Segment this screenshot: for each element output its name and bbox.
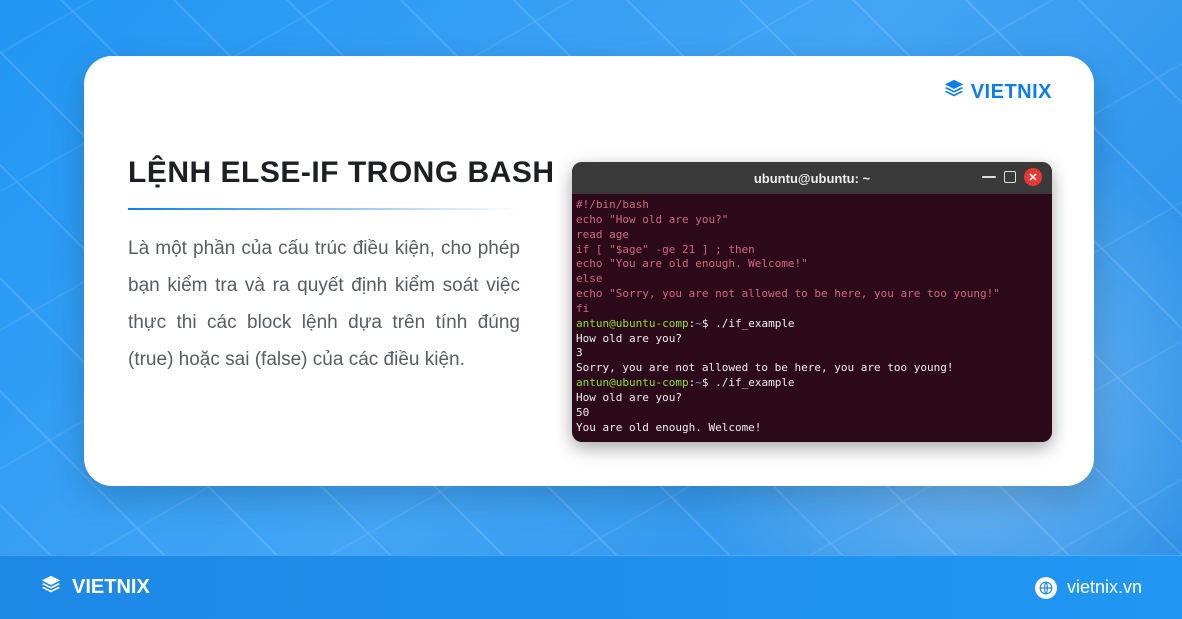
slide-root: VIETNIX LỆNH ELSE-IF TRONG BASH Là một p… [0,0,1182,619]
footer-url: vietnix.vn [1035,577,1142,599]
terminal-line: 3 [576,346,1048,361]
brand-logo-top: VIETNIX [943,78,1052,106]
footer-bar: VIETNIX vietnix.vn [0,555,1182,619]
terminal-line: How old are you? [576,391,1048,406]
terminal-line: How old are you? [576,332,1048,347]
brand-name-top: VIETNIX [971,81,1052,104]
terminal-window-controls: ✕ [982,168,1042,186]
terminal-title: ubuntu@ubuntu: ~ [754,171,870,186]
terminal-line: read age [576,228,1048,243]
card-description: Là một phần của cấu trúc điều kiện, cho … [128,230,520,378]
close-icon[interactable]: ✕ [1024,168,1042,186]
terminal-line: #!/bin/bash [576,198,1048,213]
layers-icon [40,574,62,602]
maximize-icon[interactable] [1004,171,1016,183]
terminal-line: Sorry, you are not allowed to be here, y… [576,361,1048,376]
terminal-line: antun@ubuntu-comp:~$ ./if_example [576,376,1048,391]
brand-logo-footer: VIETNIX [40,574,150,602]
brand-url: vietnix.vn [1067,577,1142,598]
terminal-line: echo "How old are you?" [576,213,1048,228]
title-divider [128,208,520,210]
terminal-line: else [576,272,1048,287]
terminal-line: if [ "$age" -ge 21 ] ; then [576,243,1048,258]
terminal-titlebar: ubuntu@ubuntu: ~ ✕ [572,162,1052,194]
terminal-line: echo "You are old enough. Welcome!" [576,257,1048,272]
terminal-window: ubuntu@ubuntu: ~ ✕ #!/bin/bashecho "How … [572,162,1052,442]
terminal-line: You are old enough. Welcome! [576,421,1048,436]
terminal-line: antun@ubuntu-comp:~$ ./if_example [576,317,1048,332]
minimize-icon[interactable] [982,176,996,178]
terminal-line: echo "Sorry, you are not allowed to be h… [576,287,1048,302]
layers-icon [943,78,965,106]
terminal-line: fi [576,302,1048,317]
globe-icon [1035,577,1057,599]
content-card: VIETNIX LỆNH ELSE-IF TRONG BASH Là một p… [84,56,1094,486]
terminal-line: 50 [576,406,1048,421]
terminal-body: #!/bin/bashecho "How old are you?"read a… [572,194,1052,442]
brand-name-footer: VIETNIX [72,576,150,599]
